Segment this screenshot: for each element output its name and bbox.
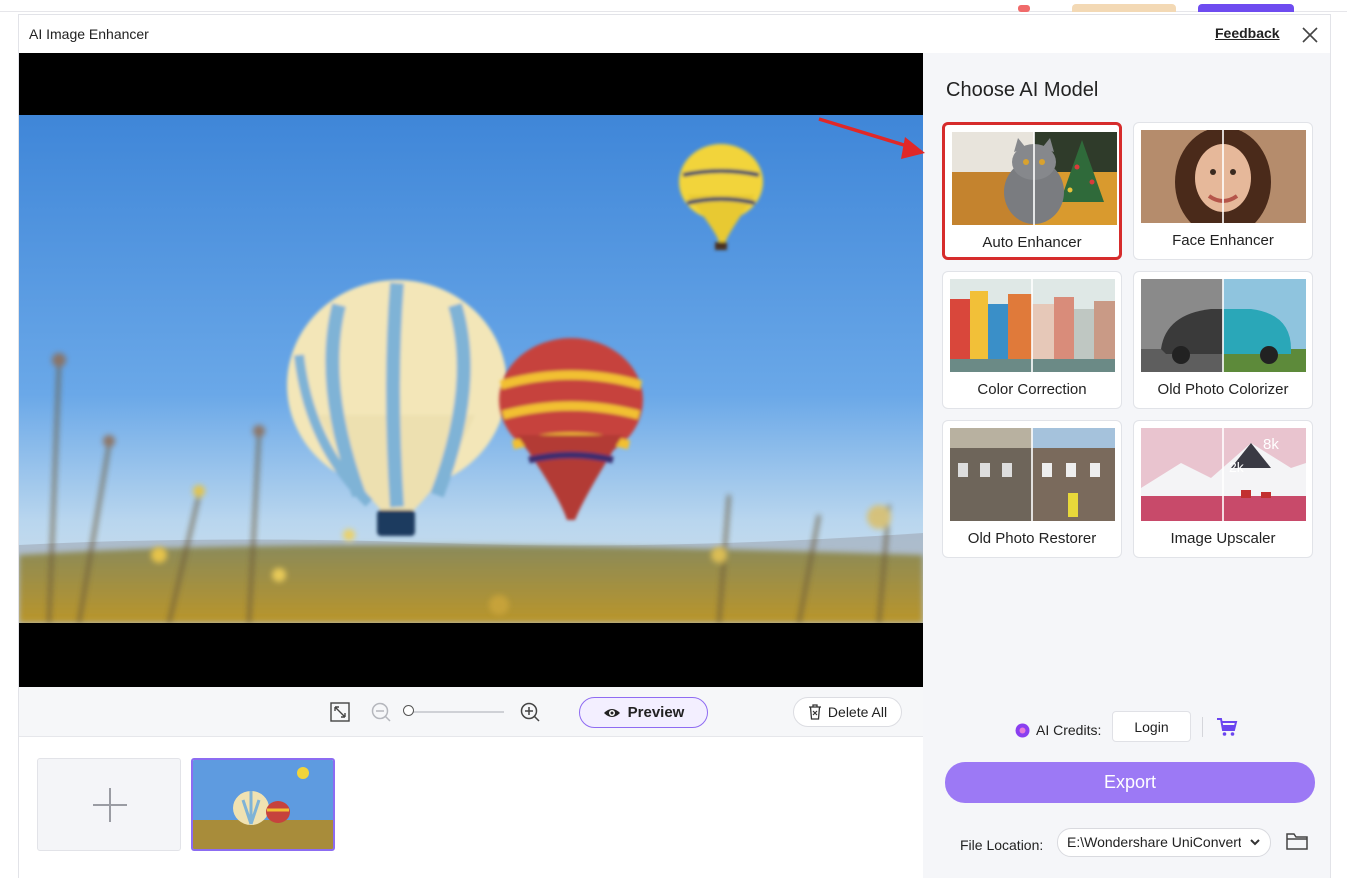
face-enhancer-thumbnail xyxy=(1141,130,1306,223)
credits-icon xyxy=(1015,723,1030,737)
background-tab xyxy=(1072,4,1176,12)
panel-title: Choose AI Model xyxy=(946,79,1099,101)
ai-image-enhancer-window: AI Image Enhancer Feedback Preview Delet… xyxy=(18,14,1331,878)
delete-all-button[interactable]: Delete All xyxy=(793,697,902,727)
file-location-label: File Location: xyxy=(960,837,1044,853)
file-location-select[interactable]: E:\Wondershare UniConverter xyxy=(1057,828,1271,857)
background-app-strip xyxy=(0,0,1347,12)
ai-credits-label: AI Credits: xyxy=(1036,722,1102,738)
model-label: Old Photo Colorizer xyxy=(1157,381,1289,398)
auto-enhancer-thumbnail xyxy=(952,132,1117,225)
preview-label: Preview xyxy=(627,704,685,721)
model-card-old-photo-restorer[interactable]: Old Photo Restorer xyxy=(942,420,1122,558)
eye-icon xyxy=(603,708,620,717)
divider xyxy=(1202,717,1203,737)
model-card-color-correction[interactable]: Color Correction xyxy=(942,271,1122,409)
old-photo-colorizer-thumbnail xyxy=(1141,279,1306,372)
model-card-image-upscaler[interactable]: 8k 2k Image Upscaler xyxy=(1133,420,1313,558)
model-label: Color Correction xyxy=(977,381,1087,398)
zoom-out-icon[interactable] xyxy=(370,701,392,723)
image-upscaler-thumbnail: 8k 2k xyxy=(1141,428,1306,521)
preview-image xyxy=(19,115,923,623)
background-button xyxy=(1198,4,1294,12)
model-label: Face Enhancer xyxy=(1172,232,1274,249)
model-label: Image Upscaler xyxy=(1170,530,1276,547)
login-button[interactable]: Login xyxy=(1112,711,1191,742)
model-card-auto-enhancer[interactable]: Auto Enhancer xyxy=(942,122,1122,260)
title-bar: AI Image Enhancer Feedback xyxy=(19,15,1330,53)
window-title: AI Image Enhancer xyxy=(29,26,149,42)
background-badge xyxy=(1018,5,1030,12)
add-image-button[interactable] xyxy=(37,758,181,851)
preview-button[interactable]: Preview xyxy=(579,697,708,728)
feedback-link[interactable]: Feedback xyxy=(1215,25,1280,41)
close-icon[interactable] xyxy=(1299,24,1321,46)
export-button[interactable]: Export xyxy=(945,762,1315,803)
ai-credits: AI Credits: xyxy=(1015,715,1101,745)
model-label: Auto Enhancer xyxy=(982,234,1082,251)
model-card-old-photo-colorizer[interactable]: Old Photo Colorizer xyxy=(1133,271,1313,409)
zoom-slider-handle[interactable] xyxy=(403,705,414,716)
viewer-toolbar: Preview Delete All xyxy=(19,687,923,737)
model-label: Old Photo Restorer xyxy=(967,530,1097,547)
fit-screen-icon[interactable] xyxy=(329,701,351,723)
zoom-in-icon[interactable] xyxy=(519,701,541,723)
image-thumbnail[interactable] xyxy=(191,758,335,851)
add-icon xyxy=(93,788,127,822)
file-location-value: E:\Wondershare UniConverter xyxy=(1067,834,1241,850)
upscale-2k-tag: 2k xyxy=(1229,459,1244,475)
image-preview-area xyxy=(19,53,923,687)
app-root: AI Image Enhancer Feedback Preview Delet… xyxy=(0,0,1347,896)
image-thumbnail-strip xyxy=(19,738,923,878)
trash-icon xyxy=(808,704,821,720)
folder-icon[interactable] xyxy=(1285,830,1309,852)
model-card-face-enhancer[interactable]: Face Enhancer xyxy=(1133,122,1313,260)
old-photo-restorer-thumbnail xyxy=(950,428,1115,521)
model-panel: Choose AI Model Auto Enhancer Face Enhan… xyxy=(923,53,1330,687)
cart-icon[interactable] xyxy=(1216,716,1238,738)
chevron-down-icon xyxy=(1250,839,1260,846)
delete-all-label: Delete All xyxy=(827,704,888,720)
color-correction-thumbnail xyxy=(950,279,1115,372)
zoom-slider-track[interactable] xyxy=(404,711,504,713)
export-panel: AI Credits: Login Export File Location: … xyxy=(923,687,1330,878)
upscale-8k-tag: 8k xyxy=(1263,436,1279,453)
